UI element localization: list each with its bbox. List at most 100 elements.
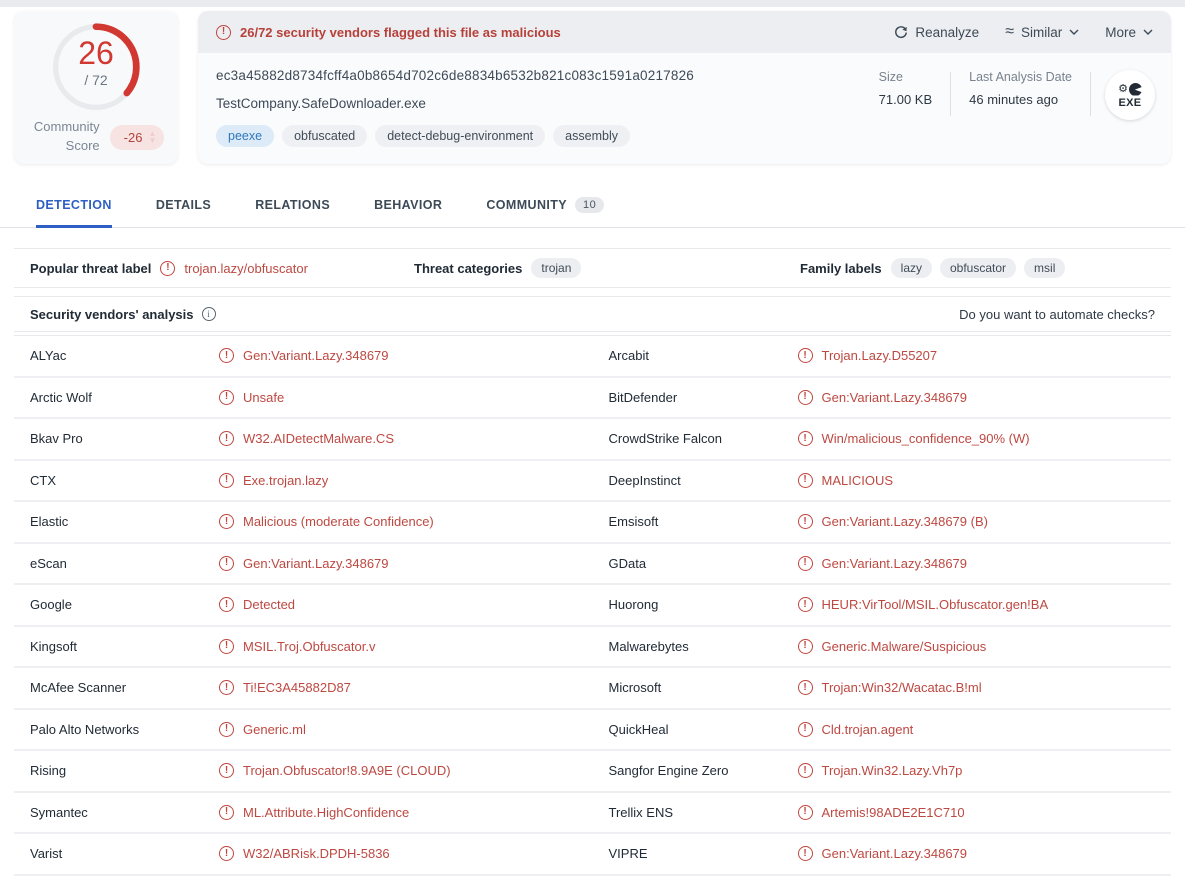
detection-result[interactable]: Ti!EC3A45882D87 bbox=[219, 680, 351, 695]
vote-down-icon[interactable]: ▼ bbox=[148, 137, 156, 144]
info-icon[interactable] bbox=[202, 307, 216, 321]
detection-result[interactable]: Gen:Variant.Lazy.348679 bbox=[798, 390, 968, 405]
tab-behavior[interactable]: BEHAVIOR bbox=[374, 184, 442, 228]
size-label: Size bbox=[879, 70, 933, 84]
file-tag-detect-debug-environment[interactable]: detect-debug-environment bbox=[375, 125, 545, 147]
tab-label: RELATIONS bbox=[255, 198, 330, 212]
detection-cell: DeepInstinctMALICIOUS bbox=[593, 461, 1172, 501]
detection-result[interactable]: MSIL.Troj.Obfuscator.v bbox=[219, 639, 375, 654]
tab-relations[interactable]: RELATIONS bbox=[255, 184, 330, 228]
chevron-down-icon bbox=[1069, 29, 1079, 35]
detection-result[interactable]: Gen:Variant.Lazy.348679 bbox=[798, 846, 968, 861]
tab-detection[interactable]: DETECTION bbox=[36, 184, 112, 228]
file-tag-assembly[interactable]: assembly bbox=[553, 125, 630, 147]
detection-result-text: Generic.ml bbox=[243, 722, 306, 737]
detection-warning-icon bbox=[798, 805, 813, 820]
size-value: 71.00 KB bbox=[879, 92, 933, 107]
vendor-name: eScan bbox=[14, 556, 219, 571]
detection-result[interactable]: ML.Attribute.HighConfidence bbox=[219, 805, 409, 820]
detection-warning-icon bbox=[219, 348, 234, 363]
detection-result[interactable]: Trojan.Lazy.D55207 bbox=[798, 348, 938, 363]
vendor-name: McAfee Scanner bbox=[14, 680, 219, 695]
automate-checks-link[interactable]: Do you want to automate checks? bbox=[959, 307, 1155, 322]
tab-badge: 10 bbox=[575, 197, 604, 213]
similar-button[interactable]: ≈ Similar bbox=[1005, 24, 1079, 40]
detection-result[interactable]: Gen:Variant.Lazy.348679 bbox=[219, 348, 389, 363]
community-vote-arrows[interactable]: ▲ ▼ bbox=[148, 130, 156, 144]
file-name[interactable]: TestCompany.SafeDownloader.exe bbox=[216, 96, 861, 111]
threat-summary-band: Popular threat label trojan.lazy/obfusca… bbox=[14, 248, 1171, 288]
detection-result[interactable]: Malicious (moderate Confidence) bbox=[219, 514, 434, 529]
detection-warning-icon bbox=[219, 514, 234, 529]
detection-result[interactable]: Gen:Variant.Lazy.348679 bbox=[798, 556, 968, 571]
vendor-name: Google bbox=[14, 597, 219, 612]
detection-result[interactable]: Trojan.Win32.Lazy.Vh7p bbox=[798, 763, 963, 778]
family-label-pill: msil bbox=[1024, 258, 1065, 278]
detection-result[interactable]: W32.AIDetectMalware.CS bbox=[219, 431, 394, 446]
table-row: RisingTrojan.Obfuscator!8.9A9E (CLOUD)Sa… bbox=[14, 751, 1171, 793]
detection-result[interactable]: W32/ABRisk.DPDH-5836 bbox=[219, 846, 390, 861]
detection-cell: GoogleDetected bbox=[14, 585, 593, 625]
detection-cell: CTX Exe.trojan.lazy bbox=[14, 461, 593, 501]
vendor-name: Bkav Pro bbox=[14, 431, 219, 446]
detection-warning-icon bbox=[219, 390, 234, 405]
last-analysis-value: 46 minutes ago bbox=[969, 92, 1072, 107]
detection-result[interactable]: Generic.ml bbox=[219, 722, 306, 737]
detection-cell: Sangfor Engine ZeroTrojan.Win32.Lazy.Vh7… bbox=[593, 751, 1172, 791]
detection-result[interactable]: Artemis!98ADE2E1C710 bbox=[798, 805, 965, 820]
detection-warning-icon bbox=[798, 431, 813, 446]
detection-warning-icon bbox=[219, 639, 234, 654]
file-tag-peexe[interactable]: peexe bbox=[216, 125, 274, 147]
table-row: eScanGen:Variant.Lazy.348679GDataGen:Var… bbox=[14, 544, 1171, 586]
detection-cell: eScan Gen:Variant.Lazy.348679 bbox=[14, 544, 593, 584]
community-score-widget[interactable]: -26 ▲ ▼ bbox=[110, 125, 165, 150]
detection-result[interactable]: Trojan.Obfuscator!8.9A9E (CLOUD) bbox=[219, 763, 451, 778]
vendor-name: BitDefender bbox=[593, 390, 798, 405]
detection-warning-icon bbox=[798, 473, 813, 488]
table-row: Palo Alto NetworksGeneric.mlQuickHealCld… bbox=[14, 710, 1171, 752]
detection-result-text: Trojan.Obfuscator!8.9A9E (CLOUD) bbox=[243, 763, 451, 778]
detection-cell: CrowdStrike FalconWin/malicious_confiden… bbox=[593, 419, 1172, 459]
detection-result-text: Gen:Variant.Lazy.348679 bbox=[243, 556, 389, 571]
detection-result-text: Ti!EC3A45882D87 bbox=[243, 680, 351, 695]
detection-result[interactable]: Unsafe bbox=[219, 390, 284, 405]
tab-community[interactable]: COMMUNITY10 bbox=[486, 184, 604, 228]
detection-result-text: Exe.trojan.lazy bbox=[243, 473, 328, 488]
detection-result-text: Artemis!98ADE2E1C710 bbox=[822, 805, 965, 820]
detection-result[interactable]: Trojan:Win32/Wacatac.B!ml bbox=[798, 680, 982, 695]
detection-result[interactable]: Gen:Variant.Lazy.348679 bbox=[219, 556, 389, 571]
alert-text: 26/72 security vendors flagged this file… bbox=[240, 25, 561, 40]
reanalyze-button[interactable]: Reanalyze bbox=[894, 25, 979, 40]
file-tag-obfuscated[interactable]: obfuscated bbox=[282, 125, 367, 147]
detection-cell: Arctic WolfUnsafe bbox=[14, 378, 593, 418]
detection-result[interactable]: Detected bbox=[219, 597, 295, 612]
detection-result[interactable]: MALICIOUS bbox=[798, 473, 894, 488]
vendor-name: Sangfor Engine Zero bbox=[593, 763, 798, 778]
detection-cell: RisingTrojan.Obfuscator!8.9A9E (CLOUD) bbox=[14, 751, 593, 791]
vendor-name: CTX bbox=[14, 473, 219, 488]
file-sha256[interactable]: ec3a45882d8734fcff4a0b8654d702c6de8834b6… bbox=[216, 68, 861, 83]
detection-result[interactable]: Cld.trojan.agent bbox=[798, 722, 914, 737]
detection-warning-icon bbox=[219, 556, 234, 571]
chevron-down-icon bbox=[1143, 29, 1153, 35]
tab-details[interactable]: DETAILS bbox=[156, 184, 211, 228]
file-type-exe-icon: ⚙ EXE bbox=[1105, 70, 1155, 120]
detection-cell: Bkav ProW32.AIDetectMalware.CS bbox=[14, 419, 593, 459]
vendor-name: Huorong bbox=[593, 597, 798, 612]
detection-cell: BitDefender Gen:Variant.Lazy.348679 bbox=[593, 378, 1172, 418]
detection-cell: MalwarebytesGeneric.Malware/Suspicious bbox=[593, 627, 1172, 667]
detection-result[interactable]: Exe.trojan.lazy bbox=[219, 473, 328, 488]
threat-categories-label: Threat categories bbox=[414, 261, 522, 276]
detection-result[interactable]: Generic.Malware/Suspicious bbox=[798, 639, 987, 654]
file-tags: peexe obfuscated detect-debug-environment a… bbox=[216, 125, 861, 147]
family-labels-label: Family labels bbox=[800, 261, 882, 276]
detection-result[interactable]: Gen:Variant.Lazy.348679 (B) bbox=[798, 514, 988, 529]
more-button[interactable]: More bbox=[1105, 25, 1153, 40]
detection-result[interactable]: HEUR:VirTool/MSIL.Obfuscator.gen!BA bbox=[798, 597, 1049, 612]
gears-icon: ⚙ bbox=[1118, 81, 1142, 97]
popular-threat-value[interactable]: trojan.lazy/obfuscator bbox=[184, 261, 308, 276]
alert-warning-icon bbox=[216, 25, 231, 40]
detection-result-text: Gen:Variant.Lazy.348679 bbox=[822, 390, 968, 405]
detection-result[interactable]: Win/malicious_confidence_90% (W) bbox=[798, 431, 1030, 446]
last-analysis-label: Last Analysis Date bbox=[969, 70, 1072, 84]
